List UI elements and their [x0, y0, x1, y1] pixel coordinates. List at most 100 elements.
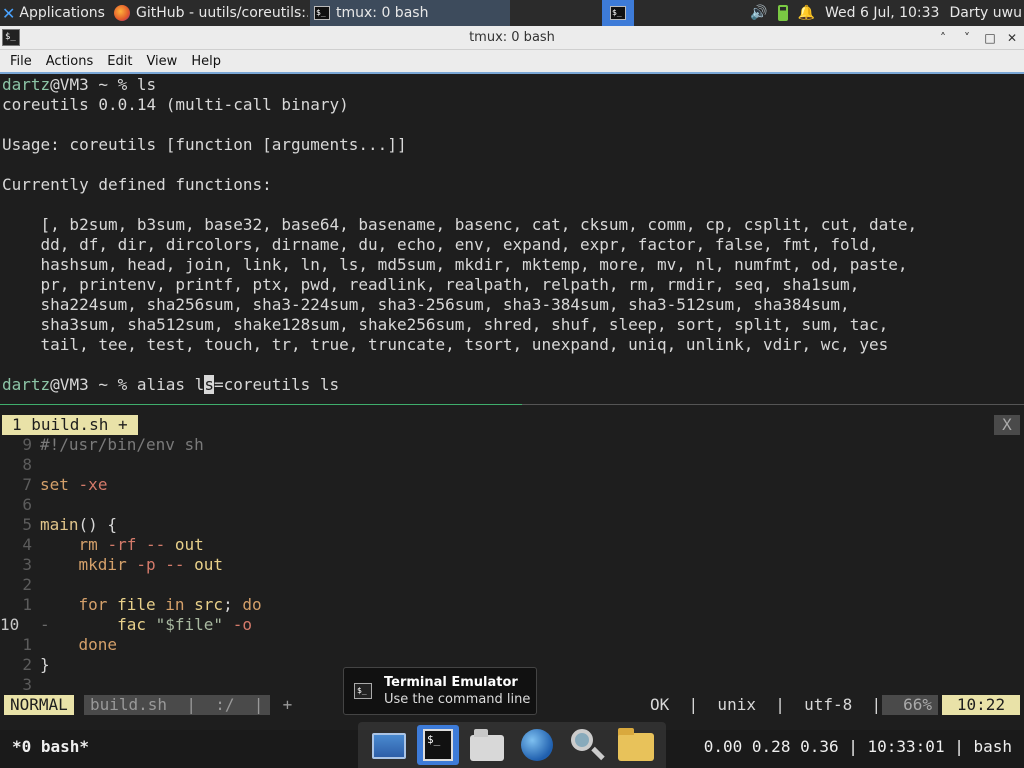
line-number: 2	[22, 575, 32, 594]
volume-icon[interactable]: 🔊	[750, 5, 767, 21]
code-token: () {	[78, 515, 118, 534]
code-token: for	[78, 595, 108, 614]
line-number: 5	[22, 515, 32, 534]
vim-line[interactable]: 10 - fac "$file" -o	[0, 615, 252, 635]
code-token: ;	[223, 595, 243, 614]
folder-icon	[618, 728, 655, 761]
code-token: -p	[136, 555, 156, 574]
close-icon[interactable]: ✕	[1003, 29, 1021, 47]
dock-browser[interactable]	[516, 725, 558, 765]
line-number: 3	[22, 555, 32, 574]
output-line: pr, printenv, printf, ptx, pwd, readlink…	[2, 275, 860, 294]
applications-menu[interactable]: ✕ Applications	[0, 0, 106, 26]
vim-file-info: OK | unix | utf-8 | sh	[650, 695, 920, 714]
dock-terminal[interactable]: $_	[416, 725, 459, 765]
vim-tab-build-sh[interactable]: 1 build.sh +	[2, 415, 138, 435]
home-folder-icon	[470, 729, 505, 761]
pane-divider-active	[0, 404, 522, 405]
vim-line[interactable]: 6	[0, 495, 40, 515]
line-number: 1	[22, 595, 32, 614]
vim-percent: 66%	[882, 695, 938, 715]
xfce-logo-icon: ✕	[2, 3, 16, 23]
clock[interactable]: Wed 6 Jul, 10:33	[825, 5, 939, 21]
code-token: -o	[232, 615, 252, 634]
vim-line[interactable]: 1 for file in src; do	[0, 595, 261, 615]
shade-icon[interactable]: ˅	[958, 29, 976, 47]
code-token: #!/usr/bin/env sh	[40, 435, 204, 454]
top-panel: ✕ Applications GitHub - uutils/coreutils…	[0, 0, 1024, 26]
dock-files[interactable]	[614, 725, 656, 765]
tmux-window[interactable]: *0 bash*	[12, 737, 89, 756]
vim-mode: NORMAL	[4, 695, 74, 715]
line-number: 8	[22, 455, 32, 474]
vim-line[interactable]: 3	[0, 675, 40, 695]
prompt-user: dartz	[2, 375, 51, 394]
code-token: -rf	[107, 535, 137, 554]
workspace-switcher[interactable]: $_	[602, 0, 634, 26]
code-token: done	[78, 635, 118, 654]
taskbar-item-label: tmux: 0 bash	[336, 5, 429, 21]
menu-actions[interactable]: Actions	[46, 54, 94, 69]
vim-tabline: 1 build.sh + X	[0, 415, 1024, 435]
vim-line[interactable]: 7 set -xe	[0, 475, 107, 495]
menu-edit[interactable]: Edit	[107, 54, 132, 69]
menu-help[interactable]: Help	[191, 54, 221, 69]
line-number: 3	[22, 675, 32, 694]
vim-line[interactable]: 1 done	[0, 635, 117, 655]
menu-file[interactable]: File	[10, 54, 32, 69]
minimize-icon[interactable]: ˄	[934, 29, 952, 47]
output-line: coreutils 0.0.14 (multi-call binary)	[2, 95, 349, 114]
taskbar-item-github[interactable]: GitHub - uutils/coreutils:...	[110, 0, 308, 26]
prompt-line[interactable]: dartz@VM3 ~ % alias ls=coreutils ls	[2, 375, 339, 395]
vim-cursor-position: 10:22	[942, 695, 1020, 715]
dock-search[interactable]	[565, 725, 607, 765]
dock-show-desktop[interactable]	[368, 725, 410, 765]
vim-line[interactable]: 2}	[0, 655, 50, 675]
tmux-status-right: 0.00 0.28 0.36 | 10:33:01 | bash	[703, 737, 1012, 756]
prompt-host: @VM3 ~ %	[50, 375, 137, 394]
taskbar-item-tmux[interactable]: $_ tmux: 0 bash	[310, 0, 510, 26]
vim-tab-close-button[interactable]: X	[994, 415, 1020, 435]
vim-line[interactable]: 2	[0, 575, 40, 595]
applications-label: Applications	[19, 5, 105, 21]
vim-line[interactable]: 9 #!/usr/bin/env sh	[0, 435, 204, 455]
notification-bell-icon[interactable]: 🔔	[798, 5, 815, 21]
battery-icon[interactable]	[777, 5, 788, 21]
line-number: 10	[0, 615, 20, 634]
line-number: 6	[22, 495, 32, 514]
line-number: 2	[22, 655, 32, 674]
output-line: dd, df, dir, dircolors, dirname, du, ech…	[2, 235, 879, 254]
terminal-icon: $_	[314, 6, 330, 20]
text-cursor: s	[204, 375, 214, 394]
vim-line[interactable]: 8	[0, 455, 40, 475]
window-titlebar[interactable]: $_ tmux: 0 bash ˄ ˅ □ ✕	[0, 26, 1024, 50]
tooltip-subtitle: Use the command line	[384, 692, 531, 707]
terminal-area[interactable]: dartz@VM3 ~ % ls coreutils 0.0.14 (multi…	[0, 74, 1024, 730]
code-token: }	[40, 655, 50, 674]
user-menu[interactable]: Darty uwu	[949, 5, 1022, 21]
maximize-icon[interactable]: □	[981, 29, 999, 47]
line-number: 7	[22, 475, 32, 494]
code-token: main	[40, 515, 79, 534]
vim-line[interactable]: 4 rm -rf -- out	[0, 535, 203, 555]
menu-view[interactable]: View	[146, 54, 177, 69]
firefox-icon	[114, 5, 130, 21]
system-tray: 🔊 🔔 Wed 6 Jul, 10:33 Darty uwu	[750, 0, 1024, 26]
prompt-user: dartz	[2, 75, 51, 94]
code-token: set	[40, 475, 69, 494]
web-browser-icon	[520, 729, 553, 761]
vim-line[interactable]: 3 mkdir -p -- out	[0, 555, 223, 575]
vim-line[interactable]: 5 main() {	[0, 515, 117, 535]
output-line: sha224sum, sha256sum, sha3-224sum, sha3-…	[2, 295, 850, 314]
dock-home[interactable]	[466, 725, 508, 765]
code-token: "$file"	[155, 615, 224, 634]
